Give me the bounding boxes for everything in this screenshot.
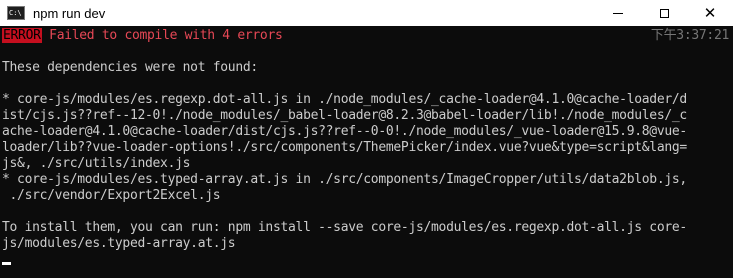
- window-controls: ✕: [595, 0, 733, 26]
- window-title: npm run dev: [33, 5, 106, 21]
- error-badge: ERROR: [2, 28, 42, 43]
- console-line: These dependencies were not found:: [2, 60, 258, 75]
- error-line: ERROR Failed to compile with 4 errors: [2, 28, 283, 44]
- console-line: js/modules/es.typed-array.at.js: [2, 236, 236, 251]
- maximize-button[interactable]: [641, 0, 687, 26]
- minimize-icon: [613, 12, 623, 14]
- terminal-window: npm run dev ✕ ERROR Failed to compile wi…: [0, 0, 733, 278]
- console-line: * core-js/modules/es.typed-array.at.js i…: [2, 172, 687, 187]
- text-cursor: [2, 262, 11, 265]
- minimize-button[interactable]: [595, 0, 641, 26]
- console-line: ist/cjs.js??ref--12-0!./node_modules/_ba…: [2, 108, 687, 123]
- error-message: Failed to compile with 4 errors: [49, 28, 283, 43]
- maximize-icon: [659, 8, 669, 18]
- console-app-icon[interactable]: [7, 6, 25, 20]
- console-line: * core-js/modules/es.regexp.dot-all.js i…: [2, 92, 687, 107]
- title-bar[interactable]: npm run dev ✕: [0, 0, 733, 26]
- console-line: To install them, you can run: npm instal…: [2, 220, 687, 235]
- console-line: js&, ./src/utils/index.js: [2, 156, 191, 171]
- close-icon: ✕: [703, 3, 717, 22]
- console-output[interactable]: ERROR Failed to compile with 4 errors 下午…: [0, 26, 733, 278]
- console-line: ache-loader@4.1.0@cache-loader/dist/cjs.…: [2, 124, 687, 139]
- timestamp: 下午3:37:21: [650, 28, 729, 43]
- close-button[interactable]: ✕: [687, 0, 733, 26]
- console-line: ./src/vendor/Export2Excel.js: [2, 188, 221, 203]
- console-line: loader/lib??vue-loader-options!./src/com…: [2, 140, 687, 155]
